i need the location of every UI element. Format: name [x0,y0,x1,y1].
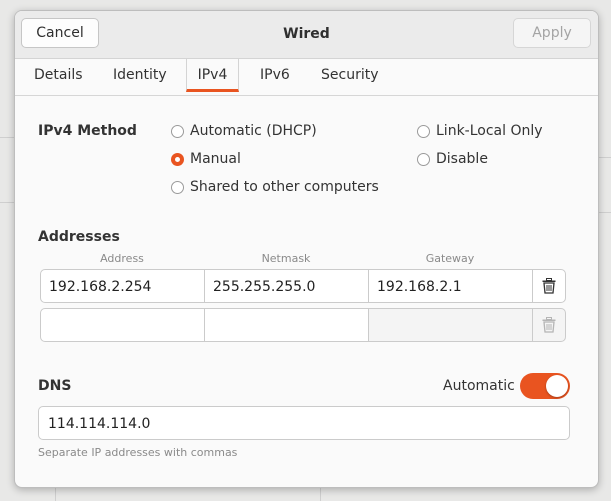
column-header-gateway: Gateway [425,252,475,265]
background-divider [0,202,14,203]
background-divider [597,157,611,158]
column-header-netmask: Netmask [261,252,311,265]
toggle-knob [546,375,568,397]
radio-link-local[interactable]: Link-Local Only [417,123,543,139]
apply-button[interactable]: Apply [513,18,591,48]
delete-address-button[interactable] [532,269,566,303]
radio-label: Disable [436,151,488,167]
radio-shared[interactable]: Shared to other computers [171,179,379,195]
radio-automatic-dhcp[interactable]: Automatic (DHCP) [171,123,317,139]
radio-circle [171,180,184,194]
ipv4-method-label: IPv4 Method [38,123,137,139]
background-divider [320,486,321,501]
address-field[interactable] [40,308,205,342]
radio-disable[interactable]: Disable [417,151,488,167]
trash-icon [542,278,556,294]
radio-circle [171,124,184,138]
radio-manual[interactable]: Manual [171,151,241,167]
wired-settings-dialog: Cancel Wired Apply Details Identity IPv4… [14,10,599,488]
radio-label: Link-Local Only [436,123,543,139]
delete-address-button[interactable] [532,308,566,342]
radio-label: Shared to other computers [190,179,379,195]
dns-field[interactable]: 114.114.114.0 [38,406,570,440]
dns-automatic-toggle[interactable] [520,373,570,399]
radio-label: Manual [190,151,241,167]
tab-bar: Details Identity IPv4 IPv6 Security [15,59,598,96]
tab-identity[interactable]: Identity [113,67,167,87]
tab-security[interactable]: Security [321,67,379,87]
dns-label: DNS [38,378,72,394]
tab-ipv4[interactable]: IPv4 [186,59,239,92]
dns-hint: Separate IP addresses with commas [38,446,238,459]
tab-details[interactable]: Details [34,67,83,87]
background-divider [55,486,56,501]
dialog-header: Cancel Wired Apply [15,11,598,59]
tab-ipv6[interactable]: IPv6 [260,67,290,87]
dialog-title: Wired [283,26,330,42]
netmask-field[interactable] [204,308,369,342]
column-header-address: Address [100,252,144,265]
netmask-field[interactable]: 255.255.255.0 [204,269,369,303]
radio-circle [417,124,430,138]
dns-automatic-label: Automatic [443,378,515,394]
addresses-label: Addresses [38,229,120,245]
background-divider [0,137,14,138]
background-divider [597,212,611,213]
radio-label: Automatic (DHCP) [190,123,317,139]
gateway-field[interactable] [368,308,533,342]
radio-circle-selected [171,152,184,166]
trash-icon [542,317,556,333]
gateway-field[interactable]: 192.168.2.1 [368,269,533,303]
address-field[interactable]: 192.168.2.254 [40,269,205,303]
radio-circle [417,152,430,166]
